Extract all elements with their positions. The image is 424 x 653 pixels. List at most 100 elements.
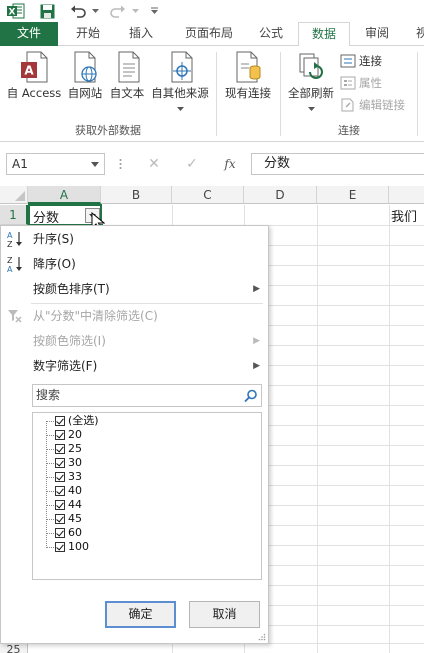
- cell-f1-value: 我们: [391, 210, 418, 225]
- checkbox-checked[interactable]: [55, 486, 65, 496]
- insert-function-icon[interactable]: fx: [218, 154, 242, 174]
- ribbon: A 自 Access 自网站 自文本 自其他来源 获取外部数据 现有连接 全部刷…: [0, 46, 424, 142]
- other-sources-icon: [171, 51, 193, 83]
- ribbon-tabs: 文件 开始 插入 页面布局 公式 数据 审阅 视: [0, 22, 424, 47]
- undo-icon[interactable]: [68, 2, 88, 20]
- existing-connections-button[interactable]: 现有连接: [220, 50, 276, 101]
- filter-value-label: 45: [68, 512, 82, 525]
- properties-label: 属性: [359, 76, 382, 90]
- properties-button[interactable]: 属性: [340, 74, 382, 92]
- refresh-all-button[interactable]: 全部刷新: [284, 50, 338, 115]
- from-other-sources-label: 自其他来源: [151, 86, 209, 100]
- redo-icon[interactable]: [108, 2, 128, 20]
- name-box[interactable]: A1: [6, 153, 105, 175]
- cancel-icon[interactable]: ✕: [144, 154, 164, 174]
- column-header-d[interactable]: D: [244, 186, 317, 204]
- chevron-down-icon[interactable]: [91, 162, 99, 167]
- chevron-right-icon: ▶: [253, 361, 260, 371]
- resize-grip-icon[interactable]: [258, 633, 266, 641]
- filter-value-label: 33: [68, 470, 82, 483]
- filter-value-item[interactable]: 30: [55, 456, 82, 470]
- web-globe-icon: [74, 51, 97, 83]
- filter-value-item[interactable]: 40: [55, 484, 82, 498]
- group-label-connections: 连接: [338, 124, 360, 137]
- checkbox-checked[interactable]: [55, 500, 65, 510]
- formula-bar: A1 ✕ ✓ fx 分数: [0, 149, 424, 179]
- checkbox-checked[interactable]: [55, 542, 65, 552]
- clear-filter-label: 从"分数"中清除筛选(C): [33, 309, 158, 323]
- connections-button[interactable]: 连接: [340, 52, 382, 70]
- checkbox-checked[interactable]: [55, 514, 65, 524]
- sort-by-color-item[interactable]: 按颜色排序(T) ▶: [1, 277, 268, 301]
- filter-value-select-all[interactable]: (全选): [55, 414, 99, 428]
- existing-connections-icon: [236, 51, 261, 83]
- refresh-all-label: 全部刷新: [288, 86, 334, 100]
- filter-value-item[interactable]: 25: [55, 442, 82, 456]
- excel-icon[interactable]: X: [6, 2, 26, 20]
- filter-value-item[interactable]: 100: [55, 540, 89, 554]
- filter-value-item[interactable]: 45: [55, 512, 82, 526]
- filter-value-item[interactable]: 60: [55, 526, 82, 540]
- filter-search-input[interactable]: 搜索: [32, 384, 262, 407]
- filter-value-label: 40: [68, 484, 82, 497]
- filter-value-item[interactable]: 44: [55, 498, 82, 512]
- tab-formulas[interactable]: 公式: [250, 22, 292, 46]
- sort-descending-item[interactable]: Z A 降序(O): [1, 252, 268, 276]
- tab-home[interactable]: 开始: [64, 22, 112, 46]
- undo-dropdown-icon[interactable]: [90, 2, 100, 20]
- from-text-button[interactable]: 自文本: [107, 50, 147, 101]
- enter-icon[interactable]: ✓: [182, 154, 202, 174]
- select-all-corner[interactable]: [0, 186, 28, 204]
- cancel-button[interactable]: 取消: [189, 601, 260, 628]
- cell-a1-value: 分数: [33, 211, 60, 226]
- from-web-label: 自网站: [67, 86, 103, 100]
- column-header-c[interactable]: C: [172, 186, 244, 204]
- column-header-a[interactable]: A: [28, 186, 101, 204]
- checkbox-checked[interactable]: [55, 528, 65, 538]
- edit-links-button[interactable]: 编辑链接: [340, 96, 405, 114]
- clear-filter-item[interactable]: 从"分数"中清除筛选(C): [1, 304, 268, 328]
- from-other-sources-button[interactable]: 自其他来源: [148, 50, 212, 115]
- properties-icon: [340, 76, 356, 90]
- column-header-b[interactable]: B: [101, 186, 172, 204]
- from-access-button[interactable]: A 自 Access: [4, 50, 64, 101]
- tab-file[interactable]: 文件: [0, 22, 58, 46]
- number-filters-item[interactable]: 数字筛选(F) ▶: [1, 354, 268, 378]
- formula-bar-grip: [119, 157, 122, 171]
- filter-by-color-item[interactable]: 按颜色筛选(I) ▶: [1, 329, 268, 353]
- group-label-get-external-data: 获取外部数据: [75, 124, 141, 137]
- filter-values-list: (全选) 20 25 30 33 40 44 45 60 100: [32, 412, 262, 580]
- sort-ascending-item[interactable]: A Z 升序(S): [1, 227, 268, 251]
- access-database-icon: A: [21, 51, 48, 83]
- svg-text:A: A: [7, 231, 13, 240]
- row-header-25[interactable]: 25: [0, 643, 28, 653]
- row-header-1[interactable]: 1: [0, 205, 28, 225]
- search-icon: [244, 389, 257, 403]
- save-icon[interactable]: [38, 2, 56, 20]
- tab-page-layout[interactable]: 页面布局: [172, 22, 246, 46]
- from-web-button[interactable]: 自网站: [65, 50, 105, 101]
- column-header-e[interactable]: E: [317, 186, 389, 204]
- existing-connections-label: 现有连接: [225, 86, 271, 100]
- tab-review[interactable]: 审阅: [354, 22, 400, 46]
- tab-insert[interactable]: 插入: [117, 22, 165, 46]
- checkbox-checked[interactable]: [55, 416, 65, 426]
- column-header-f[interactable]: [389, 186, 424, 204]
- checkbox-checked[interactable]: [55, 444, 65, 454]
- chevron-down-icon: [307, 107, 315, 111]
- tab-view[interactable]: 视: [404, 22, 424, 46]
- formula-input[interactable]: 分数: [251, 153, 424, 175]
- checkbox-checked[interactable]: [55, 472, 65, 482]
- customize-qat-icon[interactable]: [148, 2, 160, 20]
- ok-button[interactable]: 确定: [105, 601, 176, 628]
- edit-links-icon: [341, 98, 354, 112]
- checkbox-checked[interactable]: [55, 430, 65, 440]
- group-divider: [280, 52, 281, 136]
- filter-value-label: 44: [68, 498, 82, 511]
- checkbox-checked[interactable]: [55, 458, 65, 468]
- redo-dropdown-icon[interactable]: [130, 2, 140, 20]
- group-divider: [216, 52, 217, 136]
- filter-value-item[interactable]: 20: [55, 428, 82, 442]
- tab-data[interactable]: 数据: [298, 22, 350, 47]
- filter-value-item[interactable]: 33: [55, 470, 82, 484]
